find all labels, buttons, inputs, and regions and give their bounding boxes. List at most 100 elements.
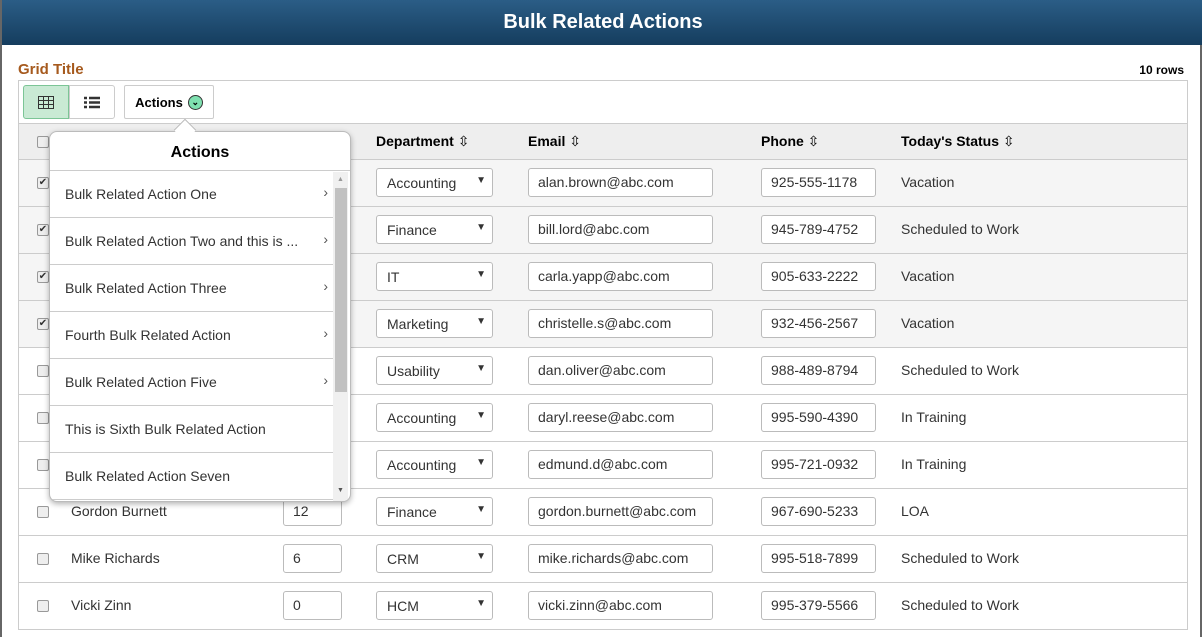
- department-value: Accounting: [387, 410, 457, 426]
- popup-scrollbar[interactable]: ▲ ▼: [333, 172, 348, 501]
- phone-input[interactable]: 995-518-7899: [761, 544, 876, 573]
- scrollbar-thumb[interactable]: [335, 188, 347, 392]
- email-input[interactable]: carla.yapp@abc.com: [528, 262, 713, 291]
- status-text: Scheduled to Work: [901, 221, 1020, 237]
- department-select[interactable]: Usability ▼: [376, 356, 493, 385]
- email-input[interactable]: christelle.s@abc.com: [528, 309, 713, 338]
- department-value: Accounting: [387, 175, 457, 191]
- department-select[interactable]: Finance ▼: [376, 497, 493, 526]
- header-status[interactable]: Today's Status ⇳: [901, 133, 1015, 150]
- employee-name: Mike Richards: [71, 550, 160, 566]
- header-phone[interactable]: Phone ⇳: [761, 133, 819, 150]
- employee-name: Vicki Zinn: [71, 597, 132, 613]
- select-all-checkbox[interactable]: [37, 136, 49, 148]
- row-count: 10 rows: [1139, 63, 1184, 77]
- phone-input[interactable]: 988-489-8794: [761, 356, 876, 385]
- sort-icon: ⇳: [807, 133, 820, 149]
- phone-input[interactable]: 932-456-2567: [761, 309, 876, 338]
- status-text: LOA: [901, 503, 930, 519]
- email-input[interactable]: bill.lord@abc.com: [528, 215, 713, 244]
- department-value: CRM: [387, 551, 419, 567]
- dropdown-arrow-icon: ▼: [476, 598, 486, 609]
- department-select[interactable]: CRM ▼: [376, 544, 493, 573]
- email-input[interactable]: dan.oliver@abc.com: [528, 356, 713, 385]
- department-select[interactable]: Accounting ▼: [376, 168, 493, 197]
- grid-icon: [38, 95, 54, 109]
- email-input[interactable]: mike.richards@abc.com: [528, 544, 713, 573]
- department-value: Usability: [387, 363, 440, 379]
- menu-item-label: Fourth Bulk Related Action: [65, 327, 231, 343]
- phone-input[interactable]: 905-633-2222: [761, 262, 876, 291]
- popup-menu-item[interactable]: Fourth Bulk Related Action ›: [50, 312, 334, 359]
- chevron-right-icon: ›: [323, 278, 328, 294]
- menu-item-label: Bulk Related Action Five: [65, 374, 217, 390]
- row-checkbox[interactable]: ✔: [37, 318, 49, 330]
- department-select[interactable]: Marketing ▼: [376, 309, 493, 338]
- department-select[interactable]: Accounting ▼: [376, 450, 493, 479]
- actions-popup: Actions Bulk Related Action One › Bulk Rel…: [49, 131, 351, 502]
- actions-label: Actions: [135, 94, 183, 110]
- dropdown-arrow-icon: ▼: [476, 504, 486, 515]
- sort-icon: ⇳: [1002, 133, 1015, 149]
- popup-menu-item[interactable]: Bulk Related Action One ›: [50, 171, 334, 218]
- phone-input[interactable]: 995-590-4390: [761, 403, 876, 432]
- header-email[interactable]: Email ⇳: [528, 133, 581, 150]
- list-view-button[interactable]: [69, 85, 115, 119]
- department-select[interactable]: IT ▼: [376, 262, 493, 291]
- number-input[interactable]: 6: [283, 544, 342, 573]
- list-icon: [84, 96, 100, 108]
- scroll-down-icon[interactable]: ▼: [337, 487, 344, 494]
- popup-menu-item[interactable]: Bulk Related Action Seven: [50, 453, 334, 500]
- phone-input[interactable]: 995-721-0932: [761, 450, 876, 479]
- email-input[interactable]: alan.brown@abc.com: [528, 168, 713, 197]
- row-checkbox[interactable]: ✔: [37, 224, 49, 236]
- phone-input[interactable]: 967-690-5233: [761, 497, 876, 526]
- email-input[interactable]: edmund.d@abc.com: [528, 450, 713, 479]
- grid-view-button[interactable]: [23, 85, 69, 119]
- employee-name: Gordon Burnett: [71, 503, 167, 519]
- email-input[interactable]: vicki.zinn@abc.com: [528, 591, 713, 620]
- email-input[interactable]: gordon.burnett@abc.com: [528, 497, 713, 526]
- dropdown-arrow-icon: ▼: [476, 175, 486, 186]
- phone-input[interactable]: 945-789-4752: [761, 215, 876, 244]
- row-checkbox[interactable]: [37, 553, 49, 565]
- department-select[interactable]: Finance ▼: [376, 215, 493, 244]
- row-checkbox[interactable]: [37, 600, 49, 612]
- status-text: Scheduled to Work: [901, 597, 1020, 613]
- department-value: Accounting: [387, 457, 457, 473]
- row-checkbox[interactable]: [37, 459, 49, 471]
- grid-title: Grid Title: [18, 61, 84, 78]
- dropdown-arrow-icon: ▼: [476, 363, 486, 374]
- popup-menu-item[interactable]: Bulk Related Action Five ›: [50, 359, 334, 406]
- row-checkbox[interactable]: ✔: [37, 271, 49, 283]
- row-checkbox[interactable]: [37, 412, 49, 424]
- popup-menu-item[interactable]: Bulk Related Action Three ›: [50, 265, 334, 312]
- menu-item-label: Bulk Related Action Seven: [65, 468, 230, 484]
- dropdown-arrow-icon: ▼: [476, 222, 486, 233]
- menu-item-label: Bulk Related Action Two and this is ...: [65, 233, 299, 249]
- email-input[interactable]: daryl.reese@abc.com: [528, 403, 713, 432]
- popup-menu-item[interactable]: This is Sixth Bulk Related Action: [50, 406, 334, 453]
- header-department[interactable]: Department ⇳: [376, 133, 469, 150]
- grid-toolbar: Actions ⌄: [19, 81, 1187, 124]
- chevron-down-icon: ⌄: [187, 94, 203, 110]
- number-input[interactable]: 0: [283, 591, 342, 620]
- dropdown-arrow-icon: ▼: [476, 457, 486, 468]
- popup-title: Actions: [50, 132, 350, 171]
- dropdown-arrow-icon: ▼: [476, 410, 486, 421]
- chevron-right-icon: ›: [323, 184, 328, 200]
- row-checkbox[interactable]: [37, 365, 49, 377]
- row-checkbox[interactable]: ✔: [37, 177, 49, 189]
- actions-button[interactable]: Actions ⌄: [124, 85, 214, 119]
- phone-input[interactable]: 925-555-1178: [761, 168, 876, 197]
- department-value: HCM: [387, 598, 419, 614]
- table-row: Vicki Zinn 0 HCM ▼ vicki.zinn@abc.com 995…: [19, 583, 1187, 630]
- popup-menu-item[interactable]: Bulk Related Action Two and this is ... ›: [50, 218, 334, 265]
- sort-icon: ⇳: [457, 133, 470, 149]
- status-text: Vacation: [901, 174, 955, 190]
- scroll-up-icon[interactable]: ▲: [337, 176, 344, 183]
- row-checkbox[interactable]: [37, 506, 49, 518]
- department-select[interactable]: Accounting ▼: [376, 403, 493, 432]
- department-select[interactable]: HCM ▼: [376, 591, 493, 620]
- phone-input[interactable]: 995-379-5566: [761, 591, 876, 620]
